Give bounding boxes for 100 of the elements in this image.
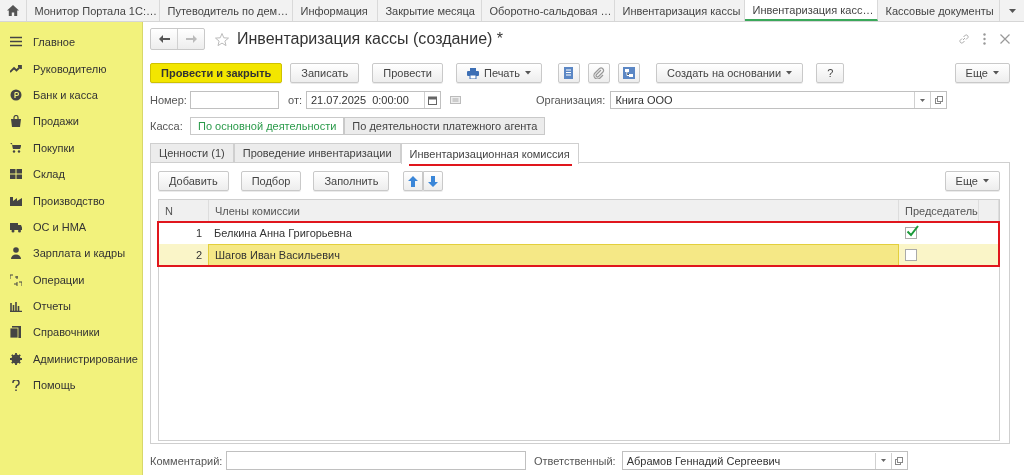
column-header[interactable]: Члены комиссии <box>209 200 899 221</box>
open-icon[interactable] <box>934 96 943 104</box>
caret-icon <box>525 71 532 75</box>
sidebar-item[interactable]: Главное <box>33 36 76 49</box>
create-based-on-button[interactable]: Создать на основании <box>656 63 804 83</box>
cart-icon <box>9 141 22 154</box>
sidebar-item[interactable]: Руководителю <box>33 62 107 75</box>
date-field[interactable]: 21.07.2025 0:00:00 <box>306 91 441 109</box>
sidebar-item[interactable]: Отчеты <box>33 300 72 313</box>
kebab-icon[interactable] <box>983 33 986 45</box>
sidebar-item[interactable]: Производство <box>33 194 105 207</box>
checkbox[interactable] <box>905 249 917 261</box>
field-label: Организация: <box>536 94 606 106</box>
trend-icon <box>9 62 22 75</box>
caret-icon[interactable] <box>1008 8 1016 13</box>
number-field[interactable] <box>190 91 279 109</box>
tab[interactable]: Монитор Портала 1С:… <box>27 0 161 21</box>
printer-icon <box>467 67 479 79</box>
sidebar-item[interactable]: Покупки <box>33 141 75 154</box>
button[interactable]: Записать <box>290 63 360 83</box>
forward-arrow-icon[interactable] <box>185 35 197 43</box>
sidebar-item[interactable]: Администрирование <box>33 352 138 365</box>
table-row[interactable]: 2 Шагов Иван Васильевич <box>158 244 999 266</box>
sidebar-item[interactable]: Помощь <box>33 379 76 392</box>
column-header[interactable]: Председатель <box>899 200 979 221</box>
sidebar-item[interactable]: Зарплата и кадры <box>33 247 126 260</box>
home-icon[interactable] <box>7 5 20 16</box>
link-icon[interactable] <box>958 33 970 45</box>
field-label: Касса: <box>150 120 184 132</box>
sidebar-item[interactable]: Банк и касса <box>33 88 98 101</box>
arrow-up-icon <box>408 175 419 187</box>
factory-icon <box>9 194 22 207</box>
tab[interactable]: Инвентаризация касс… <box>745 0 879 21</box>
tab[interactable]: Информация <box>293 0 379 21</box>
tab[interactable]: Инвентаризационная комиссия <box>400 143 579 164</box>
truck-icon <box>9 220 22 233</box>
button[interactable]: Добавить <box>158 171 229 191</box>
caret-icon <box>786 71 793 75</box>
responsible-field[interactable]: Абрамов Геннадий Сергеевич <box>621 451 908 470</box>
coin-icon <box>9 88 22 101</box>
paperclip-icon <box>593 67 606 79</box>
move-down-button[interactable] <box>423 171 444 191</box>
close-icon[interactable] <box>1000 34 1010 44</box>
tab[interactable]: Ценности (1) <box>150 143 234 162</box>
sidebar-item[interactable]: Операции <box>33 273 85 286</box>
comment-field[interactable] <box>226 451 526 470</box>
button[interactable]: Подбор <box>240 171 302 191</box>
sidebar-item[interactable]: Продажи <box>33 115 79 128</box>
move-up-button[interactable] <box>403 171 424 191</box>
button[interactable]: Заполнить <box>313 171 390 191</box>
calendar-icon[interactable] <box>428 95 437 105</box>
button[interactable]: Провести <box>372 63 443 83</box>
field-label: Ответственный: <box>534 454 616 467</box>
button[interactable]: ? <box>816 63 845 83</box>
field-label: от: <box>288 94 302 106</box>
tab[interactable]: Закрытие месяца <box>378 0 483 21</box>
caret-icon[interactable] <box>880 459 886 462</box>
star-icon[interactable] <box>215 32 229 46</box>
caret-icon <box>983 179 989 183</box>
column-header[interactable]: N <box>159 200 209 221</box>
help-icon <box>11 379 20 391</box>
print-button[interactable]: Печать <box>456 63 543 83</box>
table-cell-text: 1 <box>194 226 203 241</box>
form-title: Инвентаризация кассы (создание) * <box>237 30 504 48</box>
table-row[interactable]: 1 Белкина Анна Григорьевна <box>158 222 999 244</box>
menu-icon <box>9 36 22 49</box>
sidebar-item[interactable]: Справочники <box>33 326 100 339</box>
caret-icon[interactable] <box>920 98 926 102</box>
tab[interactable]: Проведение инвентаризации <box>233 143 401 162</box>
more-button[interactable]: Еще <box>944 171 1000 191</box>
caret-icon <box>993 71 999 75</box>
books-icon <box>9 326 22 339</box>
checkbox[interactable] <box>905 227 917 239</box>
organization-field[interactable]: Книга ООО <box>610 91 948 109</box>
toolbar-icon-button[interactable] <box>588 63 611 83</box>
gear-icon <box>9 352 22 365</box>
sidebar-item[interactable]: ОС и НМА <box>33 220 87 233</box>
bag-icon <box>9 115 22 128</box>
table-cell: Шагов Иван Васильевич <box>208 244 899 266</box>
toolbar-icon-button[interactable] <box>558 63 581 83</box>
grid-icon <box>9 168 22 181</box>
structure-icon <box>623 67 636 79</box>
sidebar-item[interactable]: Склад <box>33 168 65 181</box>
tab[interactable]: Кассовые документы <box>878 0 1001 21</box>
kassa-option[interactable]: По основной деятельности <box>190 117 345 135</box>
bar-chart-icon <box>9 300 22 313</box>
table-cell-text: Белкина Анна Григорьевна <box>213 226 353 241</box>
open-icon[interactable] <box>895 456 904 465</box>
kassa-option[interactable]: По деятельности платежного агента <box>344 117 546 135</box>
tab[interactable]: Оборотно-сальдовая … <box>482 0 616 21</box>
back-arrow-icon[interactable] <box>158 35 170 43</box>
field-label: Номер: <box>150 94 188 106</box>
list-icon <box>563 67 576 79</box>
arrow-down-icon <box>428 175 439 187</box>
table-cell-text: 2 <box>194 248 203 263</box>
post-and-close-button[interactable]: Провести и закрыть <box>150 63 283 83</box>
field-label: Комментарий: <box>150 454 222 467</box>
more-button[interactable]: Еще <box>954 63 1010 83</box>
toolbar-icon-button[interactable] <box>618 63 641 83</box>
tab[interactable]: Путеводитель по дем… <box>160 0 294 21</box>
